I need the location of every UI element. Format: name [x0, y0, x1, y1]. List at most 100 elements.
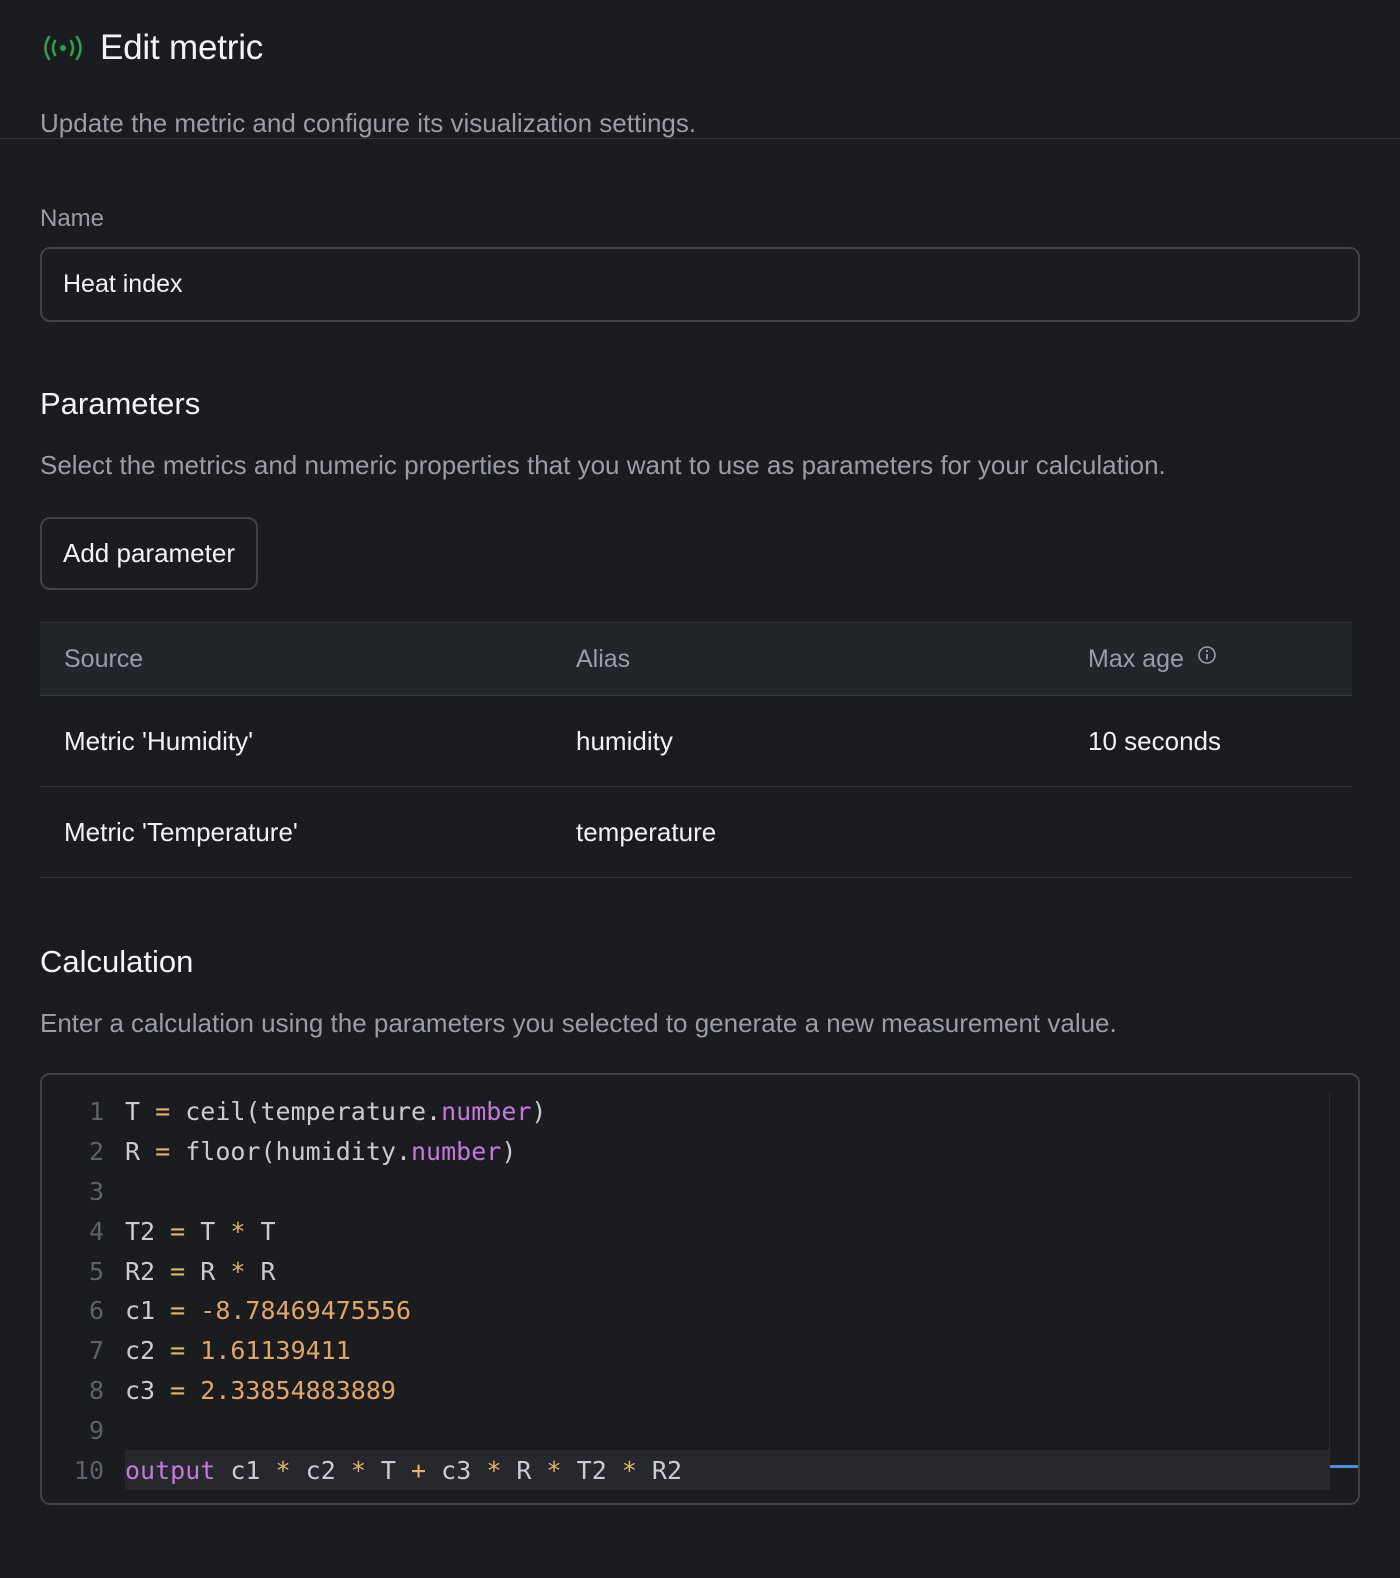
dialog-header: Edit metric Update the metric and config… [0, 0, 1400, 139]
code-editor[interactable]: 1T = ceil(temperature. number) 2 R = floor(… [40, 1073, 1360, 1505]
cell-alias: temperature [552, 786, 1064, 878]
code-line[interactable]: 10 output c1 * c2 * T + c3 * R * T2 * R2 [42, 1450, 1330, 1490]
add-parameter-button[interactable]: Add parameter [40, 517, 258, 590]
table-row[interactable]: Metric 'Temperature' temperature [40, 786, 1352, 878]
code-token: R2 [636, 1455, 683, 1485]
code-line[interactable]: 4 T2 = T * T [42, 1211, 1330, 1251]
line-number: 3 [88, 1176, 104, 1206]
code-token: * [350, 1455, 366, 1485]
code-token: R2 [125, 1256, 171, 1286]
code-text: output c1 * c2 * T + c3 * R * T2 * R2 [125, 1450, 1330, 1490]
line-number: 4 [88, 1216, 104, 1246]
code-text: c1 = -8.78469475556 [125, 1291, 1330, 1331]
code-token: ) [531, 1097, 547, 1127]
code-token: = [170, 1256, 186, 1286]
code-token: * [230, 1256, 246, 1286]
table-row[interactable]: Metric 'Humidity' humidity 10 seconds [40, 695, 1352, 787]
code-line[interactable]: 6 c1 = -8.78469475556 [42, 1291, 1330, 1331]
code-token: c1 [215, 1455, 276, 1485]
column-header-source: Source [40, 622, 552, 696]
code-area[interactable]: 1T = ceil(temperature. number) 2 R = floor(… [42, 1092, 1330, 1490]
line-number: 9 [88, 1415, 104, 1445]
dialog-body: Name Heat index Parameters Select the me… [0, 205, 1400, 1505]
line-number: 1 [88, 1097, 104, 1127]
code-token: output [125, 1455, 216, 1485]
name-label: Name [40, 205, 105, 232]
code-token: T [185, 1216, 231, 1246]
page-title: Edit metric [100, 28, 264, 67]
code-token: * [275, 1455, 291, 1485]
code-token: + [411, 1455, 427, 1485]
code-line[interactable]: 5 R2 = R * R [42, 1251, 1330, 1291]
code-line[interactable]: 9 [42, 1410, 1330, 1450]
code-token: R [125, 1137, 156, 1167]
code-line[interactable]: 3 [42, 1172, 1330, 1212]
code-token: = [170, 1216, 186, 1246]
editor-scrollbar[interactable] [1329, 1092, 1358, 1490]
code-token: R [245, 1256, 276, 1286]
line-number: 5 [88, 1256, 104, 1286]
code-token: ) [501, 1137, 517, 1167]
title-row: Edit metric [40, 28, 1360, 68]
code-token: -8.78469475556 [200, 1296, 411, 1326]
code-text: R2 = R * R [125, 1251, 1330, 1291]
code-text: c2 = 1.61139411 [125, 1331, 1330, 1371]
code-token: floor(humidity. [170, 1137, 411, 1167]
name-input[interactable]: Heat index [40, 247, 1360, 322]
code-line[interactable]: 8 c3 = 2.33854883889 [42, 1371, 1330, 1411]
code-token: T [245, 1216, 276, 1246]
name-input-value: Heat index [63, 270, 183, 298]
code-token: c3 [125, 1375, 171, 1405]
code-text: R = floor(humidity. number) [125, 1132, 1330, 1172]
code-text: T = ceil(temperature. number) [125, 1092, 1330, 1132]
line-number: 7 [88, 1336, 104, 1366]
code-line[interactable]: 7 c2 = 1.61139411 [42, 1331, 1330, 1371]
code-token: = [170, 1296, 186, 1326]
cell-max-age: 10 seconds [1064, 695, 1352, 787]
code-token: R [501, 1455, 547, 1485]
cell-alias: humidity [552, 695, 1064, 787]
code-token: 1.61139411 [200, 1336, 351, 1366]
code-text: T2 = T * T [125, 1211, 1330, 1251]
cell-source: Metric 'Humidity' [40, 695, 552, 787]
code-token: c2 [290, 1455, 351, 1485]
code-token: T [365, 1455, 412, 1485]
code-token: 2.33854883889 [200, 1375, 396, 1405]
code-token: = [155, 1097, 171, 1127]
parameters-title: Parameters [40, 386, 201, 421]
info-icon[interactable] [1197, 643, 1217, 672]
column-header-max-age-label: Max age [1088, 644, 1184, 673]
code-token: number [441, 1097, 532, 1127]
code-token: ceil(temperature. [170, 1097, 442, 1127]
code-token: T2 [125, 1216, 171, 1246]
code-token: number [411, 1137, 502, 1167]
cell-source: Metric 'Temperature' [40, 786, 552, 878]
code-line[interactable]: 1T = ceil(temperature. number) [42, 1092, 1330, 1132]
code-text: c3 = 2.33854883889 [125, 1371, 1330, 1411]
line-number: 10 [73, 1455, 104, 1485]
code-token: * [621, 1455, 637, 1485]
code-token: R [185, 1256, 231, 1286]
parameters-description: Select the metrics and numeric propertie… [40, 450, 1166, 480]
table-header-row: Source Alias Max age [40, 622, 1352, 696]
code-token: T [125, 1097, 156, 1127]
line-number: 6 [88, 1296, 104, 1326]
code-token: c3 [426, 1455, 487, 1485]
page-subtitle: Update the metric and configure its visu… [40, 108, 697, 138]
column-header-max-age: Max age [1064, 622, 1352, 696]
line-number: 8 [88, 1375, 104, 1405]
code-token: c1 [125, 1296, 171, 1326]
code-token: T2 [561, 1455, 622, 1485]
calculation-description: Enter a calculation using the parameters… [40, 1008, 1117, 1038]
parameters-table: Source Alias Max age Metric 'Humidity' h… [40, 622, 1352, 878]
code-token: = [155, 1137, 171, 1167]
code-token: * [486, 1455, 502, 1485]
scrollbar-cursor-marker [1330, 1465, 1358, 1468]
code-line[interactable]: 2R = floor(humidity. number) [42, 1132, 1330, 1172]
column-header-alias: Alias [552, 622, 1064, 696]
calculation-title: Calculation [40, 944, 194, 979]
